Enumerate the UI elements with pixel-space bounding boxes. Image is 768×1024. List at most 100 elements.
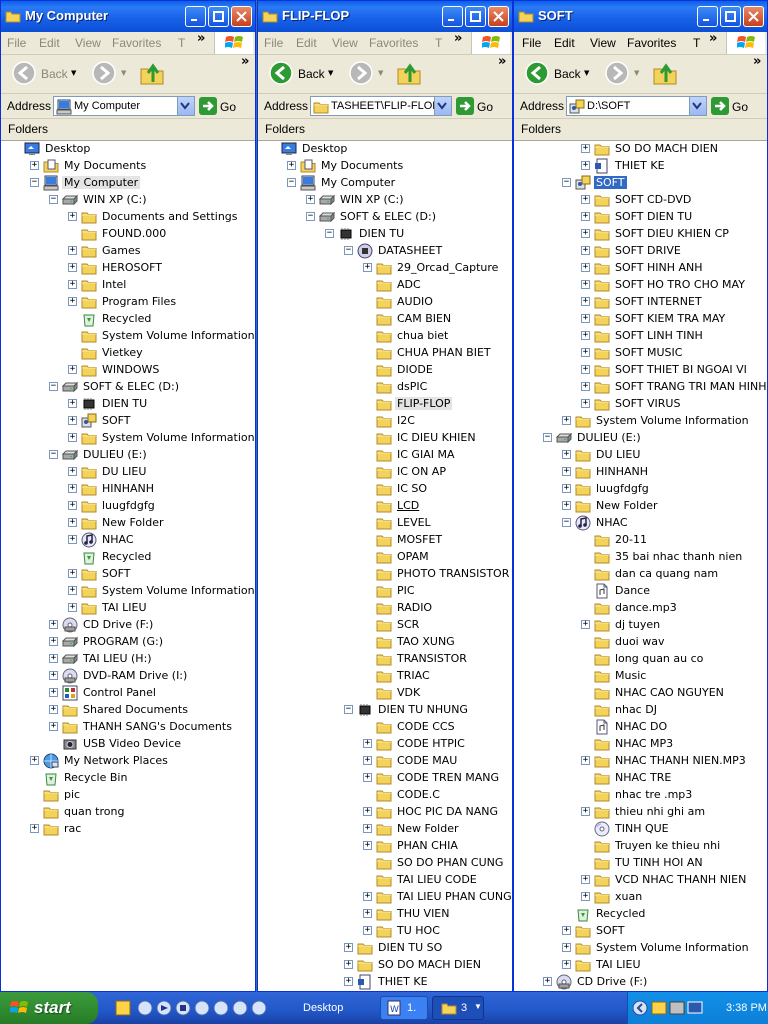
collapse-icon[interactable]: − bbox=[306, 212, 315, 221]
expand-icon[interactable]: + bbox=[363, 926, 372, 935]
tree-item[interactable]: nhac tre .mp3 bbox=[514, 787, 767, 804]
tray-icons[interactable] bbox=[632, 999, 712, 1017]
tree-item[interactable]: IC DIEU KHIEN bbox=[258, 430, 512, 447]
chevron-right-icon[interactable]: » bbox=[197, 31, 205, 46]
tree-item[interactable]: PHOTO TRANSISTOR bbox=[258, 566, 512, 583]
tree-item[interactable]: TINH QUE bbox=[514, 821, 767, 838]
tree-item[interactable]: TU TINH HOI AN bbox=[514, 855, 767, 872]
expand-icon[interactable]: + bbox=[363, 892, 372, 901]
collapse-icon[interactable]: − bbox=[344, 705, 353, 714]
expand-icon[interactable]: + bbox=[562, 926, 571, 935]
tree-item[interactable]: CODE CCS bbox=[258, 719, 512, 736]
collapse-icon[interactable]: − bbox=[562, 518, 571, 527]
tree-item[interactable]: + SOFT CD-DVD bbox=[514, 192, 767, 209]
tree-item[interactable]: Desktop bbox=[1, 141, 255, 158]
tree-item[interactable]: + New Folder bbox=[258, 821, 512, 838]
tree-item[interactable]: + DVD-RAM Drive (I:) bbox=[1, 668, 255, 685]
expand-icon[interactable]: + bbox=[49, 722, 58, 731]
tree-item[interactable]: + TU HOC bbox=[258, 923, 512, 940]
tree-item[interactable]: + SOFT LINH TINH bbox=[514, 328, 767, 345]
minimize-button[interactable] bbox=[185, 6, 206, 27]
tree-item[interactable]: + Games bbox=[1, 243, 255, 260]
title-bar[interactable]: FLIP-FLOP bbox=[258, 1, 512, 32]
expand-icon[interactable]: + bbox=[306, 195, 315, 204]
expand-icon[interactable]: + bbox=[68, 399, 77, 408]
tree-item[interactable]: + PHAN CHIA bbox=[258, 838, 512, 855]
forward-button[interactable]: ▼ bbox=[348, 60, 388, 88]
collapse-icon[interactable]: − bbox=[49, 450, 58, 459]
back-button[interactable]: Back ▼ bbox=[11, 60, 79, 88]
menu-favorites[interactable]: Favorites bbox=[112, 36, 161, 50]
tree-item[interactable]: + SOFT DIEU KHIEN CP bbox=[514, 226, 767, 243]
folder-tree[interactable]: Desktop + My Documents − My Computer + WIN XP … bbox=[258, 141, 512, 991]
tree-item[interactable]: + WINDOWS bbox=[1, 362, 255, 379]
tree-item[interactable]: + SO DO MACH DIEN bbox=[514, 141, 767, 158]
expand-icon[interactable]: + bbox=[562, 416, 571, 425]
tree-item[interactable]: Recycle Bin bbox=[1, 770, 255, 787]
chevron-down-icon[interactable]: ▼ bbox=[121, 69, 126, 77]
window-soft[interactable]: SOFT File Edit View Favorites T» Back ▼ ▼ » … bbox=[513, 0, 768, 992]
expand-icon[interactable]: + bbox=[68, 501, 77, 510]
tree-item[interactable]: +29_Orcad_Capture bbox=[258, 260, 512, 277]
tree-item[interactable]: + Intel bbox=[1, 277, 255, 294]
tree-item[interactable]: 20-11 bbox=[514, 532, 767, 549]
chevron-down-icon[interactable]: ▼ bbox=[328, 69, 333, 77]
tree-item[interactable]: + DU LIEU bbox=[1, 464, 255, 481]
tree-item[interactable]: + NHAC THANH NIEN.MP3 bbox=[514, 753, 767, 770]
expand-icon[interactable]: + bbox=[581, 620, 590, 629]
expand-icon[interactable]: + bbox=[344, 960, 353, 969]
menu-favorites[interactable]: Favorites bbox=[369, 36, 418, 50]
tree-item[interactable]: + New Folder bbox=[1, 515, 255, 532]
menu-tools[interactable]: T bbox=[178, 36, 185, 50]
tree-item[interactable]: Recycled bbox=[514, 906, 767, 923]
collapse-icon[interactable]: − bbox=[562, 178, 571, 187]
chevron-right-icon[interactable]: » bbox=[498, 54, 506, 69]
collapse-icon[interactable]: − bbox=[49, 195, 58, 204]
expand-icon[interactable]: + bbox=[344, 943, 353, 952]
tree-item[interactable]: + CD Drive (F:) bbox=[1, 617, 255, 634]
maximize-button[interactable] bbox=[465, 6, 486, 27]
expand-icon[interactable]: + bbox=[49, 637, 58, 646]
forward-button[interactable]: ▼ bbox=[91, 60, 131, 88]
media-player-controls-icon[interactable] bbox=[112, 998, 282, 1018]
expand-icon[interactable]: + bbox=[363, 807, 372, 816]
expand-icon[interactable]: + bbox=[49, 688, 58, 697]
tree-item[interactable]: Dance bbox=[514, 583, 767, 600]
tree-item[interactable]: + HINHANH bbox=[1, 481, 255, 498]
collapse-icon[interactable]: − bbox=[287, 178, 296, 187]
tree-item[interactable]: + SOFT HO TRO CHO MAY bbox=[514, 277, 767, 294]
expand-icon[interactable]: + bbox=[562, 960, 571, 969]
desktop-toolbar-label[interactable]: Desktop bbox=[303, 1002, 343, 1014]
close-button[interactable] bbox=[231, 6, 252, 27]
tree-item[interactable]: + CODE MAU bbox=[258, 753, 512, 770]
tree-item[interactable]: + HOC PIC DA NANG bbox=[258, 804, 512, 821]
menu-tools[interactable]: T bbox=[435, 36, 442, 50]
up-folder-button[interactable] bbox=[396, 60, 424, 88]
tree-item[interactable]: + rac bbox=[1, 821, 255, 838]
tree-item[interactable]: + VCD NHAC THANH NIEN bbox=[514, 872, 767, 889]
expand-icon[interactable]: + bbox=[49, 654, 58, 663]
tree-item[interactable]: FLIP-FLOP bbox=[258, 396, 512, 413]
taskbar-button-1[interactable]: W 1. bbox=[380, 996, 428, 1020]
expand-icon[interactable]: + bbox=[287, 161, 296, 170]
tree-item[interactable]: dsPIC bbox=[258, 379, 512, 396]
taskbar-group-button[interactable]: 3 ▼ bbox=[432, 996, 484, 1020]
expand-icon[interactable]: + bbox=[581, 246, 590, 255]
tree-item[interactable]: + TAI LIEU bbox=[514, 957, 767, 974]
go-button[interactable] bbox=[199, 97, 217, 115]
tree-item[interactable]: Recycled bbox=[1, 549, 255, 566]
expand-icon[interactable]: + bbox=[344, 977, 353, 986]
tree-item[interactable]: − DULIEU (E:) bbox=[1, 447, 255, 464]
collapse-icon[interactable]: − bbox=[325, 229, 334, 238]
tree-item[interactable]: + DIEN TU bbox=[1, 396, 255, 413]
tree-item[interactable]: pic bbox=[1, 787, 255, 804]
tree-item[interactable]: LEVEL bbox=[258, 515, 512, 532]
expand-icon[interactable]: + bbox=[30, 756, 39, 765]
tree-item[interactable]: + luugfdgfg bbox=[1, 498, 255, 515]
tree-item[interactable]: + SOFT KIEM TRA MAY bbox=[514, 311, 767, 328]
tree-item[interactable]: NHAC CAO NGUYEN bbox=[514, 685, 767, 702]
expand-icon[interactable]: + bbox=[68, 263, 77, 272]
collapse-icon[interactable]: − bbox=[344, 246, 353, 255]
minimize-button[interactable] bbox=[442, 6, 463, 27]
tree-item[interactable]: + My Documents bbox=[258, 158, 512, 175]
